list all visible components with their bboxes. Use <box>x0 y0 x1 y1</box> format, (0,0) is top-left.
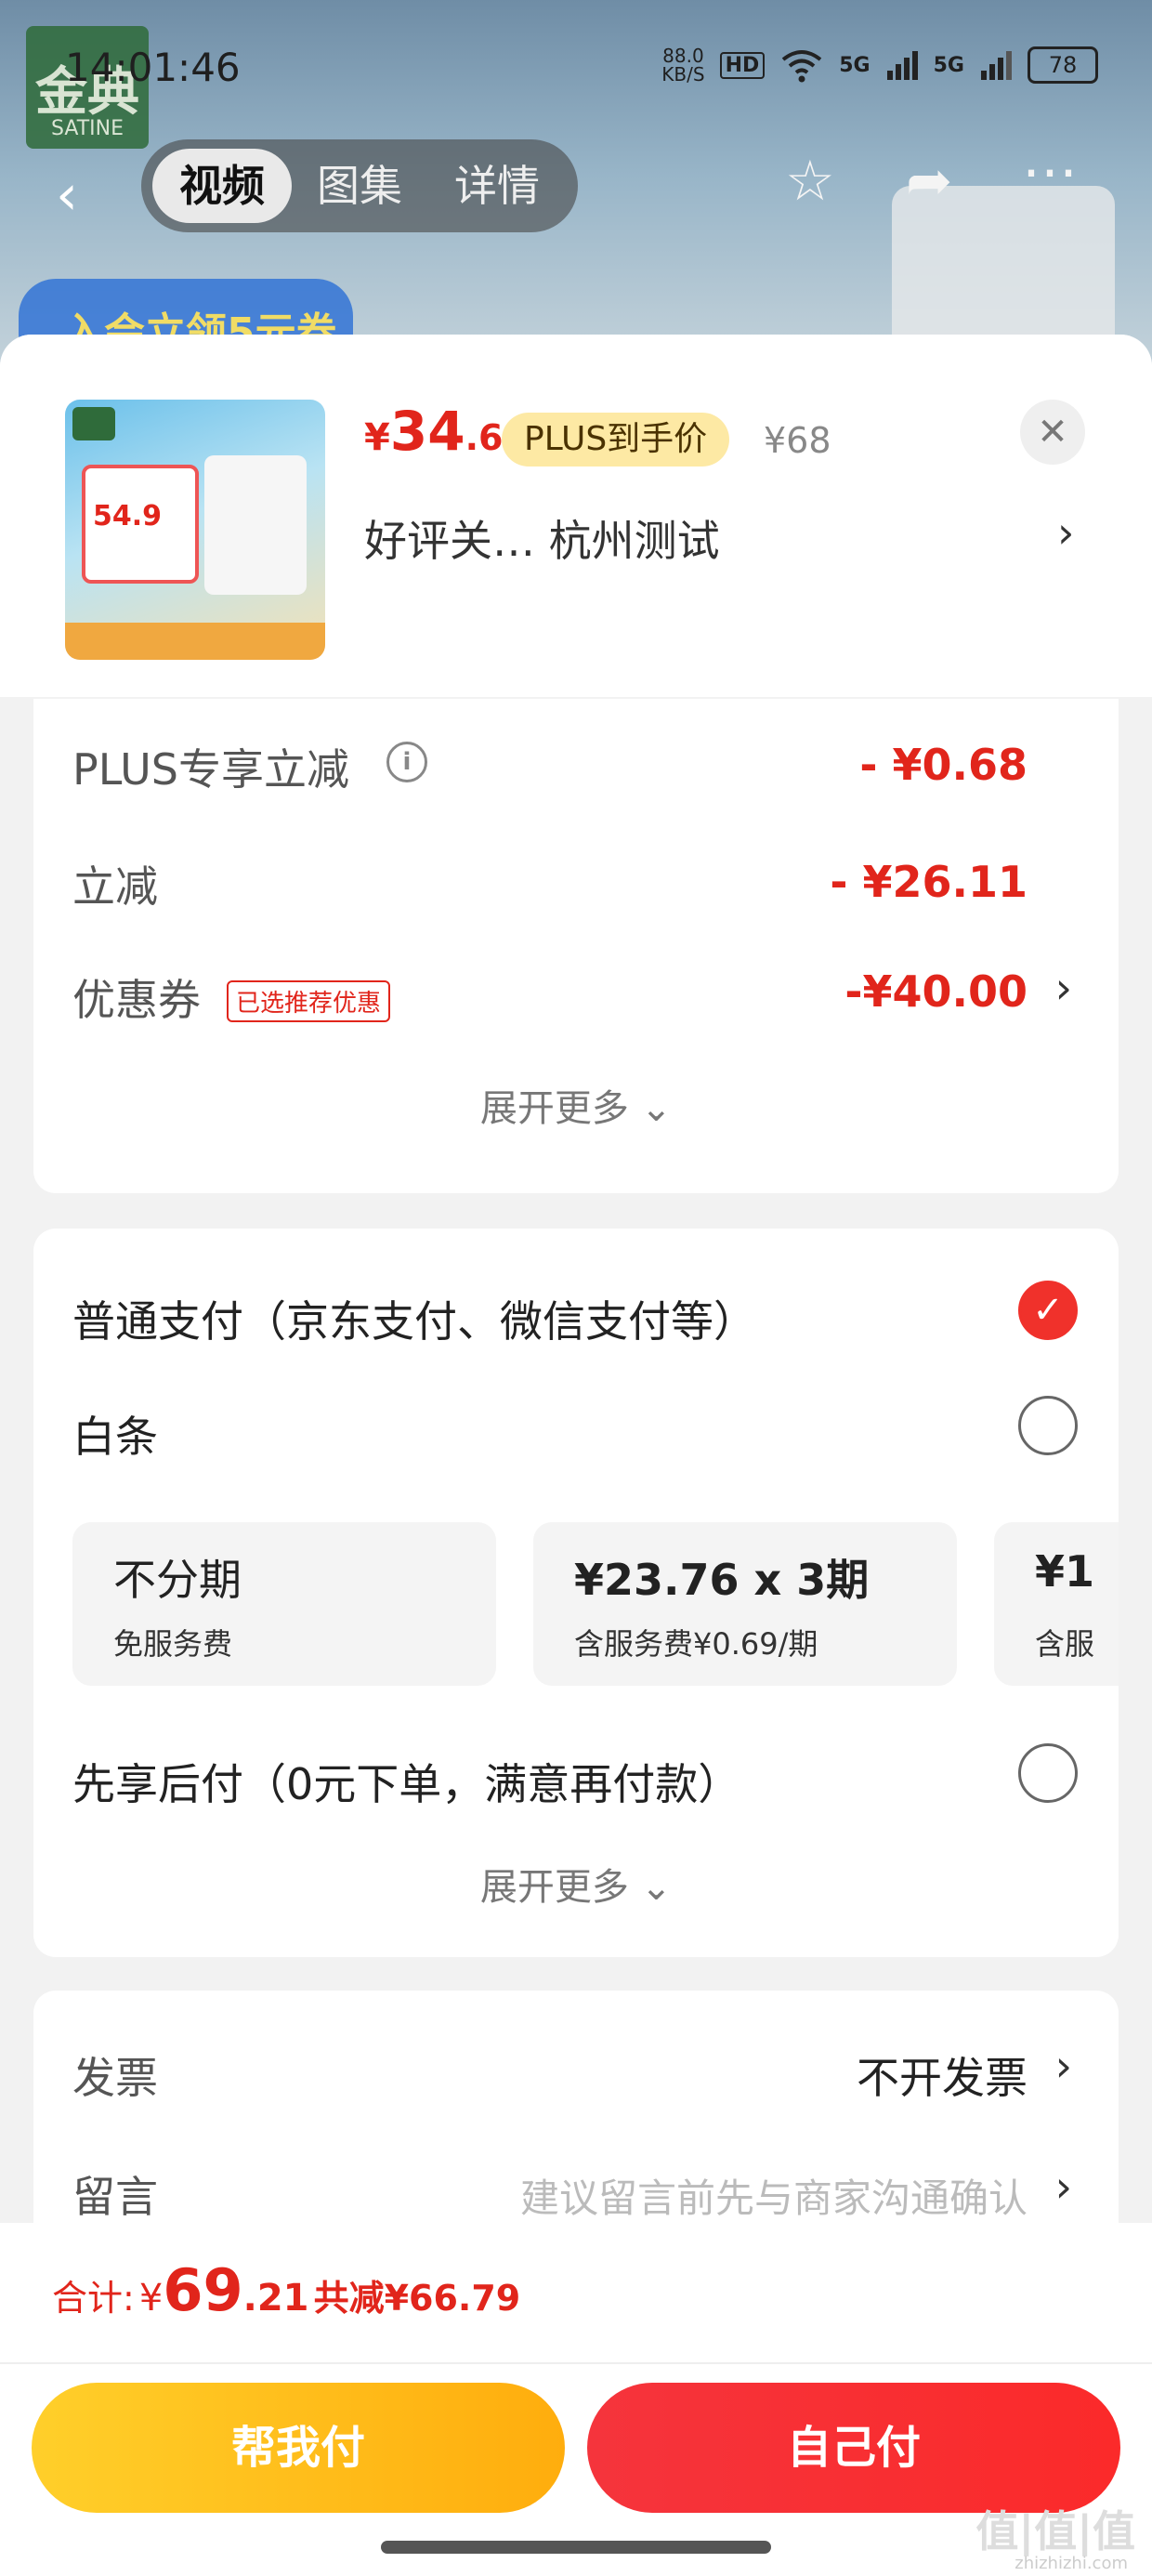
expand-more-label: 展开更多 <box>479 1866 629 1909</box>
price-integer: 34 <box>389 400 465 463</box>
status-icons: 88.0 KB/S HD 5G 5G 78 <box>661 46 1098 84</box>
hd-icon: HD <box>719 51 766 79</box>
thumb-product-box <box>204 455 307 595</box>
signal-5g-label-2: 5G <box>933 53 964 77</box>
product-title[interactable]: 好评关… 杭州测试 <box>364 507 720 569</box>
order-extra-card: 发票 不开发票 › 留言 建议留言前先与商家沟通确认 › <box>33 1991 1119 2251</box>
product-summary: 54.9 ¥34.6 PLUS到手价 ¥68 ✕ 好评关… 杭州测试 › <box>0 335 1152 697</box>
watermark: 值|值|值 <box>975 2506 1135 2556</box>
footer-divider <box>0 2362 1152 2364</box>
message-input[interactable]: 建议留言前先与商家沟通确认 <box>520 2167 1028 2224</box>
coupon-recommended-tag: 已选推荐优惠 <box>227 980 391 1022</box>
installment-title: ¥1 <box>1035 1546 1095 1597</box>
total-decimal: .21 <box>242 2277 309 2320</box>
thumb-logo <box>72 407 115 440</box>
back-icon[interactable]: ‹ <box>56 163 78 228</box>
tab-gallery[interactable]: 图集 <box>290 149 429 223</box>
total-label: 合计: <box>52 2278 135 2319</box>
discounts-card: PLUS专享立减 i - ¥0.68 立减 - ¥26.11 优惠券 已选推荐优… <box>33 699 1119 1193</box>
wifi-icon <box>782 50 822 83</box>
chevron-down-icon: ⌄ <box>640 1087 673 1130</box>
coupon-label[interactable]: 优惠券 <box>72 966 201 1028</box>
signal-icon-1 <box>886 51 918 80</box>
invoice-label: 发票 <box>72 2053 158 2103</box>
net-speed-value: 88.0 <box>662 45 704 67</box>
product-thumbnail[interactable]: 54.9 <box>65 400 325 660</box>
checkout-footer: 合计: ¥69.21 共减¥66.79 帮我付 自己付 值|值|值 zhizhi… <box>0 2223 1152 2576</box>
close-icon[interactable]: ✕ <box>1020 400 1085 465</box>
radio-unchecked-icon[interactable] <box>1018 1396 1078 1455</box>
chevron-right-icon[interactable]: › <box>1057 507 1074 558</box>
more-icon[interactable]: ⋯ <box>1022 139 1078 204</box>
installment-sub: 含服 <box>1035 1626 1095 1662</box>
chevron-right-icon[interactable]: › <box>1055 963 1072 1013</box>
status-time: 14:01:46 <box>65 45 241 90</box>
thumb-price: 54.9 <box>93 500 163 532</box>
discounts-expand-more[interactable]: 展开更多 ⌄ <box>33 1078 1119 1132</box>
installment-none[interactable]: 不分期 免服务费 <box>72 1522 496 1686</box>
payment-option-normal[interactable]: 普通支付（京东支付、微信支付等） <box>72 1288 756 1349</box>
instant-discount-value: - ¥26.11 <box>830 857 1028 907</box>
tab-details[interactable]: 详情 <box>427 149 567 223</box>
media-tabs: 视频 图集 详情 <box>141 139 578 232</box>
expand-more-label: 展开更多 <box>479 1087 629 1130</box>
original-price: ¥68 <box>764 420 831 461</box>
status-bar: 14:01:46 88.0 KB/S HD 5G 5G 78 <box>0 0 1152 130</box>
chevron-right-icon[interactable]: › <box>1055 2162 1072 2212</box>
installment-more[interactable]: ¥1 含服 <box>994 1522 1119 1686</box>
installment-sub: 免服务费 <box>113 1626 233 1662</box>
total-saved: 共减¥66.79 <box>313 2278 521 2319</box>
share-icon[interactable]: ➦ <box>906 149 952 214</box>
installment-title: 不分期 <box>113 1555 242 1605</box>
plus-price-badge: PLUS到手价 <box>502 413 730 467</box>
watermark-url: zhizhizhi.com <box>1015 2554 1128 2573</box>
invoice-value[interactable]: 不开发票 <box>857 2044 1028 2106</box>
product-price: ¥34.6 <box>364 400 503 463</box>
total-integer: 69 <box>163 2256 243 2324</box>
info-icon[interactable]: i <box>386 742 427 782</box>
home-indicator[interactable] <box>381 2541 771 2554</box>
battery-icon: 78 <box>1028 46 1098 84</box>
thumb-footer-strip <box>65 623 325 660</box>
plus-discount-value: - ¥0.68 <box>859 740 1028 790</box>
plus-discount-label: PLUS专享立减 <box>72 744 349 795</box>
instant-discount-label: 立减 <box>72 861 158 912</box>
coupon-value[interactable]: -¥40.00 <box>844 966 1028 1017</box>
payment-option-baitiao[interactable]: 白条 <box>72 1403 158 1465</box>
help-me-pay-button[interactable]: 帮我付 <box>32 2383 565 2513</box>
pay-myself-button[interactable]: 自己付 <box>587 2383 1120 2513</box>
price-currency: ¥ <box>364 416 390 459</box>
installment-title: ¥23.76 x 3期 <box>574 1555 870 1605</box>
message-label: 留言 <box>72 2172 158 2222</box>
media-top-nav: ‹ 视频 图集 详情 ☆ ➦ ⋯ <box>0 139 1152 242</box>
installment-3[interactable]: ¥23.76 x 3期 含服务费¥0.69/期 <box>533 1522 957 1686</box>
chevron-right-icon[interactable]: › <box>1055 2041 1072 2091</box>
signal-5g-label-1: 5G <box>839 53 871 77</box>
total-currency: ¥ <box>138 2277 164 2320</box>
payment-expand-more[interactable]: 展开更多 ⌄ <box>33 1857 1119 1911</box>
tab-video[interactable]: 视频 <box>152 149 292 223</box>
net-speed: 88.0 KB/S <box>661 46 704 84</box>
price-decimal: .6 <box>465 417 504 458</box>
payment-option-pay-later[interactable]: 先享后付（0元下单，满意再付款） <box>72 1751 740 1812</box>
net-speed-unit: KB/S <box>661 63 705 85</box>
radio-checked-icon[interactable]: ✓ <box>1018 1281 1078 1340</box>
installment-sub: 含服务费¥0.69/期 <box>574 1626 818 1662</box>
payment-card: 普通支付（京东支付、微信支付等） ✓ 白条 不分期 免服务费 ¥23.76 x … <box>33 1229 1119 1957</box>
chevron-down-icon: ⌄ <box>640 1866 673 1909</box>
radio-unchecked-icon[interactable] <box>1018 1743 1078 1803</box>
installment-options: 不分期 免服务费 ¥23.76 x 3期 含服务费¥0.69/期 ¥1 含服 <box>72 1522 1119 1689</box>
favorite-star-icon[interactable]: ☆ <box>785 149 835 214</box>
order-total: 合计: ¥69.21 共减¥66.79 <box>52 2256 520 2324</box>
signal-icon-2 <box>981 51 1012 80</box>
